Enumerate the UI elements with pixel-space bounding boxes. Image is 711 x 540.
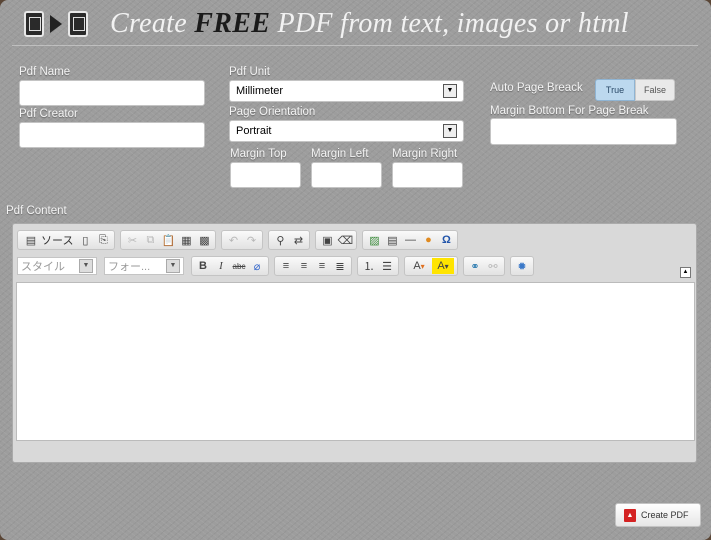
margin-bottom-label: Margin Bottom For Page Break — [490, 105, 649, 117]
select-all-icon[interactable]: ▣ — [319, 232, 335, 248]
strikethrough-icon[interactable]: abc — [231, 258, 247, 274]
image-icon[interactable]: ▨ — [366, 232, 382, 248]
editor-content-area[interactable] — [16, 282, 695, 441]
pdf-icon: ▲ — [624, 508, 636, 522]
margin-left-input[interactable] — [311, 162, 382, 188]
anchor-icon[interactable]: ✹ — [514, 258, 530, 274]
margin-top-label: Margin Top — [230, 148, 287, 160]
copy-icon[interactable]: ⧉ — [142, 232, 158, 248]
undo-icon[interactable]: ↶ — [225, 232, 241, 248]
orientation-select[interactable]: Portrait ▼ — [229, 120, 464, 142]
margin-bottom-input[interactable] — [490, 118, 677, 145]
unlink-icon[interactable]: ⚯ — [485, 258, 501, 274]
new-page-icon[interactable]: ▯ — [77, 232, 93, 248]
margin-right-label: Margin Right — [392, 148, 458, 160]
auto-break-false-button[interactable]: False — [635, 79, 675, 101]
orientation-value: Portrait — [236, 125, 272, 137]
pdf-file-icon — [68, 11, 88, 37]
pdf-content-label: Pdf Content — [6, 205, 67, 217]
arrow-right-icon — [50, 15, 62, 33]
italic-icon[interactable]: I — [213, 258, 229, 274]
margin-top-input[interactable] — [230, 162, 301, 188]
editor-status-bar — [16, 443, 693, 457]
header-divider — [12, 45, 698, 46]
paste-text-icon[interactable]: ▦ — [178, 232, 194, 248]
pdf-creator-label: Pdf Creator — [19, 108, 78, 120]
pdf-creator-input[interactable] — [19, 122, 205, 148]
auto-break-toggle: True False — [595, 79, 675, 101]
style-placeholder: スタイル — [21, 261, 65, 273]
chevron-down-icon: ▼ — [443, 124, 457, 138]
align-center-icon[interactable]: ≡ — [296, 258, 312, 274]
orientation-label: Page Orientation — [229, 106, 316, 118]
table-icon[interactable]: ▤ — [384, 232, 400, 248]
align-right-icon[interactable]: ≡ — [314, 258, 330, 274]
pdf-name-label: Pdf Name — [19, 66, 71, 78]
editor-toolbar-row-2: スタイル ▼ フォー... ▼ B I abc ⌀ ≡ ≡ ≡ ≣ ⒈ ☰ A … — [17, 256, 537, 276]
rich-text-editor: ▤ ソース ▯ ⎘ ✂ ⧉ 📋 ▦ ▩ ↶ ↷ ⚲ ⇄ ▣ ⌫ ▨ ▤ — ● … — [12, 223, 697, 463]
pdf-unit-label: Pdf Unit — [229, 66, 270, 78]
replace-icon[interactable]: ⇄ — [290, 232, 306, 248]
pdf-unit-select[interactable]: Millimeter ▼ — [229, 80, 464, 102]
chevron-down-icon: ▼ — [443, 84, 457, 98]
document-icon — [24, 11, 44, 37]
numbered-list-icon[interactable]: ⒈ — [361, 258, 377, 274]
bold-icon[interactable]: B — [195, 258, 211, 274]
source-label: ソース — [41, 235, 74, 247]
style-select[interactable]: スタイル ▼ — [17, 257, 97, 275]
page-title: Create FREE PDF from text, images or htm… — [110, 8, 629, 39]
create-pdf-label: Create PDF — [641, 510, 689, 520]
pdf-name-input[interactable] — [19, 80, 205, 106]
chevron-down-icon: ▼ — [79, 259, 93, 273]
format-placeholder: フォー... — [108, 261, 151, 273]
create-pdf-button[interactable]: ▲ Create PDF — [615, 503, 701, 527]
find-icon[interactable]: ⚲ — [272, 232, 288, 248]
remove-format-icon[interactable]: ⌫ — [337, 232, 354, 248]
app-frame: Create FREE PDF from text, images or htm… — [0, 0, 711, 540]
pdf-unit-value: Millimeter — [236, 85, 284, 97]
paste-word-icon[interactable]: ▩ — [196, 232, 212, 248]
redo-icon[interactable]: ↷ — [243, 232, 259, 248]
preview-icon[interactable]: ⎘ — [95, 232, 111, 248]
margin-left-label: Margin Left — [311, 148, 369, 160]
paste-icon[interactable]: 📋 — [160, 232, 176, 248]
text-color-icon[interactable]: A ▾ — [408, 258, 430, 274]
align-left-icon[interactable]: ≡ — [278, 258, 294, 274]
collapse-toolbar-icon[interactable]: ▲ — [680, 267, 691, 278]
align-justify-icon[interactable]: ≣ — [332, 258, 348, 274]
editor-toolbar-row-1: ▤ ソース ▯ ⎘ ✂ ⧉ 📋 ▦ ▩ ↶ ↷ ⚲ ⇄ ▣ ⌫ ▨ ▤ — ● … — [17, 230, 461, 250]
special-char-icon[interactable]: Ω — [438, 232, 454, 248]
horizontal-rule-icon[interactable]: — — [402, 232, 418, 248]
cut-icon[interactable]: ✂ — [124, 232, 140, 248]
source-button[interactable]: ▤ ソース — [21, 232, 75, 248]
auto-break-label: Auto Page Breack — [490, 82, 583, 94]
eraser-icon[interactable]: ⌀ — [249, 258, 265, 274]
background-color-icon[interactable]: A ▾ — [432, 258, 454, 274]
source-icon: ▤ — [25, 234, 37, 247]
bulleted-list-icon[interactable]: ☰ — [379, 258, 395, 274]
smiley-icon[interactable]: ● — [420, 232, 436, 248]
auto-break-true-button[interactable]: True — [595, 79, 635, 101]
header-logo — [24, 11, 88, 37]
chevron-down-icon: ▼ — [166, 259, 180, 273]
margin-right-input[interactable] — [392, 162, 463, 188]
format-select[interactable]: フォー... ▼ — [104, 257, 184, 275]
link-icon[interactable]: ⚭ — [467, 258, 483, 274]
